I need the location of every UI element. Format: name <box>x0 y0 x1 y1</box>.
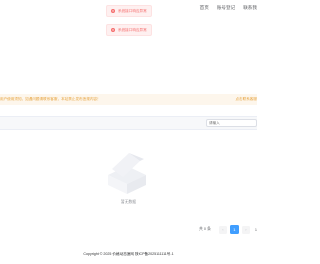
next-page-button[interactable]: › <box>241 225 250 234</box>
nav-item-contact[interactable]: 联系我 <box>243 5 257 11</box>
page-number-current[interactable]: 1 <box>229 225 239 234</box>
toast-message: 系统接口响应异常 <box>118 27 147 32</box>
footer-copyright: Copyright © 2025 价格动态速网 陕ICP备2025111111号… <box>83 252 174 256</box>
empty-box-icon <box>108 153 146 194</box>
pagination-total: 共 0 条 <box>199 227 211 231</box>
notice-banner: 用户使用须知，如遇问题请联系客服，本站禁止发布违规内容！ 点击联系客服 <box>0 94 257 105</box>
notice-link[interactable]: 点击联系客服 <box>235 97 257 102</box>
empty-state-text: 暂无数据 <box>120 200 137 204</box>
notice-text: 用户使用须知，如遇问题请联系客服，本站禁止发布违规内容！ <box>0 97 101 101</box>
search-input[interactable] <box>206 119 257 127</box>
nav-item-home[interactable]: 首页 <box>200 5 209 11</box>
error-toast: ✕ 系统接口响应异常 <box>106 5 152 17</box>
error-toast: ✕ 系统接口响应异常 <box>106 24 152 36</box>
error-icon: ✕ <box>111 27 115 32</box>
toast-message: 系统接口响应异常 <box>118 8 147 13</box>
prev-page-button[interactable]: ‹ <box>218 225 227 234</box>
top-nav: 首页 账号登记 联系我 <box>200 5 257 11</box>
pagination: 共 0 条 ‹ 1 › 1 <box>199 225 257 234</box>
error-icon: ✕ <box>111 8 115 13</box>
nav-item-account[interactable]: 账号登记 <box>217 5 235 11</box>
page-jump[interactable]: 1 <box>255 228 257 232</box>
